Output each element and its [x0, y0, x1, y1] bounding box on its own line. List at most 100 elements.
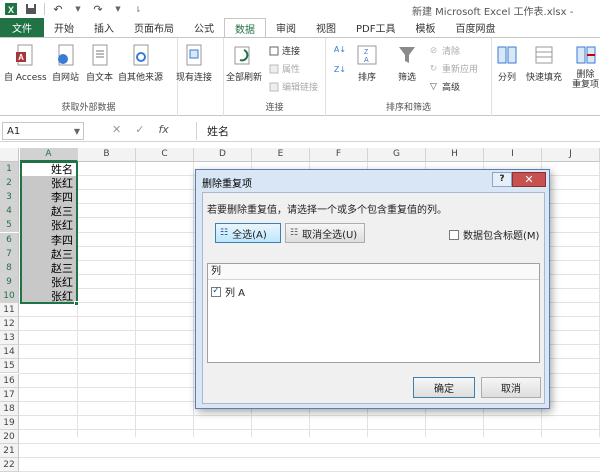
refresh-all-button[interactable]: 全部刷新 — [226, 44, 262, 83]
cell-a4[interactable]: 赵三 — [22, 205, 76, 218]
tab-review[interactable]: 审阅 — [266, 18, 306, 37]
column-header-d[interactable]: D — [194, 148, 252, 162]
row-header[interactable]: 15 — [0, 359, 19, 374]
group-sort-filter: A↓ Z↓ ZA 排序 筛选 ⊘ 清除 ↻ 重新应用 ▽ 高级 排序和筛选 — [326, 38, 492, 116]
row-header[interactable]: 2 — [0, 176, 19, 191]
row-header[interactable]: 8 — [0, 260, 19, 275]
row-header[interactable]: 10 — [0, 288, 19, 303]
sort-ascending-button[interactable]: A↓ — [332, 44, 351, 55]
row-header[interactable]: 7 — [0, 246, 19, 261]
cancel-formula-icon[interactable]: ✕ — [112, 123, 121, 136]
row-header[interactable]: 14 — [0, 345, 19, 360]
column-header-j[interactable]: J — [542, 148, 600, 162]
properties-button[interactable]: 属性 — [268, 62, 300, 75]
row-header[interactable]: 21 — [0, 444, 19, 459]
tab-insert[interactable]: 插入 — [84, 18, 124, 37]
cell-a8[interactable]: 赵三 — [22, 262, 76, 275]
row-header[interactable]: 12 — [0, 317, 19, 332]
column-header-i[interactable]: I — [484, 148, 542, 162]
checked-checkbox-icon[interactable]: ✓ — [211, 286, 221, 297]
column-header-a[interactable]: A — [20, 148, 78, 162]
column-header-h[interactable]: H — [426, 148, 484, 162]
row-header[interactable]: 6 — [0, 232, 19, 247]
select-all-corner[interactable] — [0, 148, 19, 162]
from-other-sources-button[interactable]: 自其他来源 — [118, 44, 163, 83]
sort-descending-button[interactable]: Z↓ — [332, 64, 351, 75]
row-header[interactable]: 13 — [0, 331, 19, 346]
row-header[interactable]: 4 — [0, 204, 19, 219]
row-header[interactable]: 18 — [0, 401, 19, 416]
edit-links-icon — [268, 81, 279, 92]
redo-icon[interactable]: ↷ — [91, 2, 105, 16]
tab-baidu-netdisk[interactable]: 百度网盘 — [445, 18, 505, 37]
tab-formulas[interactable]: 公式 — [184, 18, 224, 37]
row-header[interactable]: 3 — [0, 190, 19, 205]
enter-formula-icon[interactable]: ✓ — [135, 123, 144, 136]
row-header[interactable]: 16 — [0, 373, 19, 388]
advanced-button[interactable]: ▽ 高级 — [428, 80, 460, 94]
cell-a9[interactable]: 张红 — [22, 276, 76, 289]
row-header[interactable]: 17 — [0, 387, 19, 402]
tab-pdf-tools[interactable]: PDF工具 — [346, 18, 405, 37]
from-web-button[interactable]: 自网站 — [52, 44, 79, 83]
cell-a10[interactable]: 张红 — [22, 290, 76, 303]
edit-links-button[interactable]: 编辑链接 — [268, 80, 318, 93]
row-header[interactable]: 9 — [0, 274, 19, 289]
list-item[interactable]: ✓ 列 A — [211, 284, 245, 299]
redo-dropdown-icon[interactable]: ▼ — [111, 2, 125, 16]
filter-button[interactable]: 筛选 — [396, 44, 418, 83]
columns-list[interactable]: 列 ✓ 列 A — [207, 263, 540, 363]
column-header-e[interactable]: E — [252, 148, 310, 162]
fill-handle[interactable] — [74, 301, 79, 306]
close-button[interactable]: ✕ — [512, 172, 546, 187]
cell-a1[interactable]: 姓名 — [22, 163, 76, 176]
columns-list-header: 列 — [208, 264, 539, 280]
cancel-button[interactable]: 取消 — [481, 377, 541, 398]
formula-input[interactable]: 姓名 — [196, 122, 598, 140]
tab-file[interactable]: 文件 — [0, 18, 44, 37]
tab-page-layout[interactable]: 页面布局 — [124, 18, 184, 37]
insert-function-icon[interactable]: fx — [158, 123, 168, 136]
column-header-f[interactable]: F — [310, 148, 368, 162]
row-header[interactable]: 1 — [0, 162, 19, 177]
connections-button[interactable]: 连接 — [268, 44, 300, 57]
row-header[interactable]: 5 — [0, 218, 19, 233]
cell-a6[interactable]: 李四 — [22, 234, 76, 247]
remove-duplicates-button[interactable]: 删除 重复项 — [572, 44, 599, 90]
row-header[interactable]: 19 — [0, 415, 19, 430]
row-header[interactable]: 11 — [0, 303, 19, 318]
customize-qat-icon[interactable]: ⇂ — [131, 2, 145, 16]
undo-dropdown-icon[interactable]: ▼ — [71, 2, 85, 16]
undo-icon[interactable]: ↶ — [51, 2, 65, 16]
cell-a5[interactable]: 张红 — [22, 219, 76, 232]
name-box-dropdown-icon[interactable]: ▼ — [74, 127, 80, 136]
help-button[interactable]: ? — [492, 172, 512, 187]
clear-button[interactable]: ⊘ 清除 — [428, 44, 460, 58]
flash-fill-button[interactable]: 快速填充 — [526, 44, 562, 83]
existing-connections-button[interactable]: 现有连接 — [176, 44, 212, 83]
unselect-all-button[interactable]: ☷ 取消全选(U) — [285, 223, 365, 243]
has-headers-checkbox[interactable]: 数据包含标题(M) — [449, 227, 539, 242]
row-header[interactable]: 22 — [0, 458, 19, 472]
reapply-button[interactable]: ↻ 重新应用 — [428, 62, 478, 76]
ok-button[interactable]: 确定 — [413, 377, 475, 398]
tab-view[interactable]: 视图 — [306, 18, 346, 37]
unselect-all-icon: ☷ — [290, 228, 299, 238]
cell-a2[interactable]: 张红 — [22, 177, 76, 190]
from-text-button[interactable]: 自文本 — [86, 44, 113, 83]
select-all-button[interactable]: ☷ 全选(A) — [215, 223, 281, 243]
cell-a7[interactable]: 赵三 — [22, 248, 76, 261]
group-get-external-data: A 自 Access 自网站 自文本 自其他来源 获取外部数据 — [0, 38, 178, 116]
save-icon[interactable] — [24, 2, 38, 16]
cell-a3[interactable]: 李四 — [22, 191, 76, 204]
name-box[interactable]: A1 ▼ — [2, 122, 84, 140]
text-to-columns-button[interactable]: 分列 — [496, 44, 518, 83]
sort-button[interactable]: ZA 排序 — [356, 44, 378, 83]
column-header-b[interactable]: B — [78, 148, 136, 162]
column-header-g[interactable]: G — [368, 148, 426, 162]
tab-home[interactable]: 开始 — [44, 18, 84, 37]
column-header-c[interactable]: C — [136, 148, 194, 162]
tab-data[interactable]: 数据 — [224, 18, 266, 38]
from-access-button[interactable]: A 自 Access — [4, 44, 47, 83]
tab-templates[interactable]: 模板 — [405, 18, 445, 37]
